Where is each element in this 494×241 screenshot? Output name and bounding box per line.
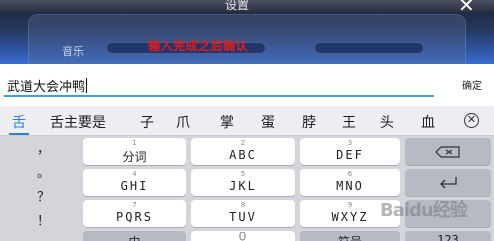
candidate-item[interactable]: 爪 — [176, 112, 190, 132]
music-label: 音乐 — [62, 45, 84, 58]
candidate-item[interactable]: 蛋 — [261, 112, 275, 132]
dialog-title: 设置 — [225, 0, 250, 12]
key-number: 7 — [132, 201, 137, 209]
key-label: GHI — [120, 179, 149, 193]
key-number: 2 — [240, 139, 246, 147]
candidate-bar: 舌 舌主要是 子 爪 掌 蛋 脖 王 头 血 ✕ — [0, 106, 494, 136]
keyboard: ， 。 ？ ！ 1 分词 2 ABC 3 DEF 4 GHI 5 JKL 6 M… — [0, 136, 494, 241]
text-input[interactable]: 武道大会冲鸭 — [7, 76, 88, 95]
key-number: 5 — [240, 170, 246, 178]
key-5-jkl[interactable]: 5 JKL — [191, 169, 295, 196]
sound-slider[interactable] — [314, 42, 424, 54]
key-4-ghi[interactable]: 4 GHI — [83, 169, 186, 196]
input-underline — [4, 95, 434, 97]
key-number: 8 — [240, 201, 246, 209]
key-label: ABC — [229, 148, 257, 162]
confirm-button[interactable]: 确定 — [462, 77, 482, 92]
key-label: 符号 — [300, 233, 400, 241]
key-label: 分词 — [122, 150, 147, 164]
candidate-item[interactable]: 血 — [421, 112, 435, 132]
candidate-item[interactable]: 舌 — [12, 112, 26, 132]
key-label: PQRS — [116, 210, 153, 224]
key-2-abc[interactable]: 2 ABC — [191, 138, 295, 165]
candidate-item[interactable]: 头 — [380, 112, 394, 132]
background-dialog: 设置 ✕ 音乐 — [0, 0, 494, 64]
number-mode-key[interactable]: 123 — [405, 231, 491, 241]
punctuation-column: ， 。 ？ ！ — [0, 136, 80, 241]
key-7-pqrs[interactable]: 7 PQRS — [83, 200, 186, 227]
punct-question[interactable]: ？ — [37, 186, 50, 205]
close-candidates-icon[interactable]: ✕ — [464, 113, 479, 128]
instruction-annotation: 输入完成之后确认 — [148, 39, 249, 53]
key-label: DEF — [336, 148, 364, 162]
backspace-key[interactable] — [405, 138, 491, 165]
watermark: Baidu经验 — [380, 200, 468, 221]
key-label: TUV — [229, 210, 257, 224]
enter-icon — [440, 177, 457, 189]
symbol-key[interactable]: 符号 — [300, 231, 400, 241]
backspace-icon — [435, 146, 460, 158]
text-input-area[interactable]: 武道大会冲鸭 确定 — [0, 64, 494, 106]
key-8-tuv[interactable]: 8 TUV — [191, 200, 295, 227]
punct-comma[interactable]: ， — [37, 138, 50, 157]
enter-key[interactable] — [405, 169, 491, 196]
candidate-selected-underline — [9, 133, 29, 135]
key-label: 123 — [437, 233, 459, 241]
punct-exclaim[interactable]: ！ — [37, 210, 50, 229]
key-number: 3 — [347, 139, 353, 147]
key-1-segment[interactable]: 1 分词 — [83, 138, 186, 165]
punct-period[interactable]: 。 — [37, 162, 50, 181]
candidate-item[interactable]: 掌 — [220, 112, 234, 132]
microphone-key[interactable] — [191, 231, 295, 241]
candidate-item[interactable]: 舌主要是 — [50, 112, 106, 132]
key-number: 1 — [132, 139, 137, 147]
key-3-def[interactable]: 3 DEF — [300, 138, 400, 165]
key-number: 6 — [347, 170, 353, 178]
key-label: JKL — [229, 179, 257, 193]
candidate-item[interactable]: 王 — [342, 112, 356, 132]
key-label: MNO — [336, 179, 364, 193]
text-caret — [86, 78, 88, 93]
key-label: 中 — [83, 233, 186, 241]
key-number: 4 — [132, 170, 137, 178]
input-value: 武道大会冲鸭 — [7, 80, 86, 95]
close-icon[interactable]: ✕ — [458, 0, 475, 15]
microphone-icon — [239, 232, 246, 241]
candidate-item[interactable]: 脖 — [302, 112, 316, 132]
key-6-mno[interactable]: 6 MNO — [300, 169, 400, 196]
chinese-mode-key[interactable]: 中 — [83, 231, 186, 241]
candidate-item[interactable]: 子 — [140, 112, 154, 132]
